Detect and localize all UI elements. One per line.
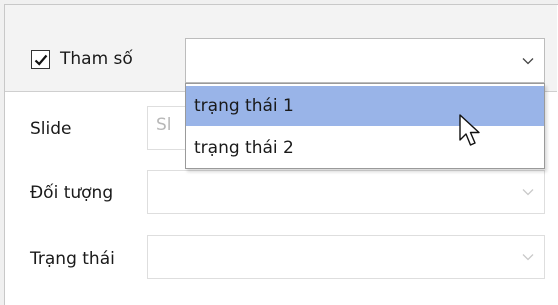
- chevron-down-icon: [522, 254, 534, 261]
- state-select[interactable]: [147, 235, 545, 279]
- param-select[interactable]: [185, 38, 545, 83]
- check-icon: [34, 54, 48, 66]
- mouse-pointer-icon: [459, 114, 480, 146]
- chevron-down-icon: [522, 57, 534, 64]
- object-label: Đối tượng: [30, 183, 114, 203]
- object-select[interactable]: [147, 170, 545, 214]
- slide-label: Slide: [30, 119, 72, 139]
- state-label: Trạng thái: [30, 249, 115, 269]
- dropdown-option-2[interactable]: trạng thái 2: [186, 128, 544, 168]
- param-checkbox-label[interactable]: Tham số: [60, 47, 133, 71]
- slide-select-placeholder: Sl: [156, 115, 172, 135]
- dropdown-option-1[interactable]: trạng thái 1: [186, 86, 544, 126]
- param-dropdown-list: trạng thái 1 trạng thái 2: [185, 83, 545, 169]
- param-checkbox[interactable]: [31, 50, 50, 69]
- chevron-down-icon: [522, 189, 534, 196]
